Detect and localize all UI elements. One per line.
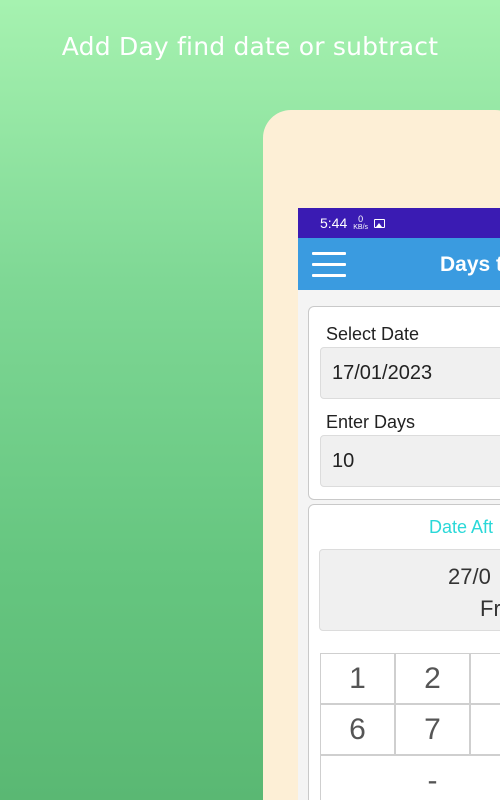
key-6[interactable]: 6 [320, 704, 395, 755]
enter-days-label: Enter Days [326, 412, 416, 432]
network-speed-unit: KB/s [353, 224, 369, 231]
select-date-label: Select Date [326, 324, 420, 344]
key-2[interactable]: 2 [395, 653, 470, 704]
status-bar: 5:44 0 KB/s [298, 208, 500, 238]
image-notification-icon [374, 218, 386, 228]
network-speed-indicator: 0 KB/s [353, 214, 369, 232]
network-speed-value: 0 [358, 214, 364, 224]
app-bar: Days t [298, 238, 500, 290]
result-card: Date Aft 27/0 Fr 1 2 3 6 7 8 - [308, 504, 500, 800]
result-date: 27/0 [448, 564, 491, 589]
app-title: Days t [440, 253, 500, 276]
key-7[interactable]: 7 [395, 704, 470, 755]
input-card: Select Date 17/01/2023 Enter Days 10 [308, 306, 500, 500]
key-1[interactable]: 1 [320, 653, 395, 704]
phone-screen: 5:44 0 KB/s Days t Select Date 17/01/202… [298, 208, 500, 800]
result-box: 27/0 Fr [319, 549, 500, 631]
select-date-field[interactable]: 17/01/2023 [320, 347, 500, 399]
enter-days-field[interactable]: 10 [320, 435, 500, 487]
menu-icon[interactable] [312, 252, 346, 278]
result-label: Date Aft [429, 517, 494, 537]
result-day: Fr [480, 596, 500, 621]
key-3[interactable]: 3 [470, 653, 500, 704]
key-8[interactable]: 8 [470, 704, 500, 755]
promo-headline: Add Day find date or subtract [61, 32, 439, 61]
key-minus[interactable]: - [320, 755, 500, 800]
status-time: 5:44 [320, 215, 348, 231]
